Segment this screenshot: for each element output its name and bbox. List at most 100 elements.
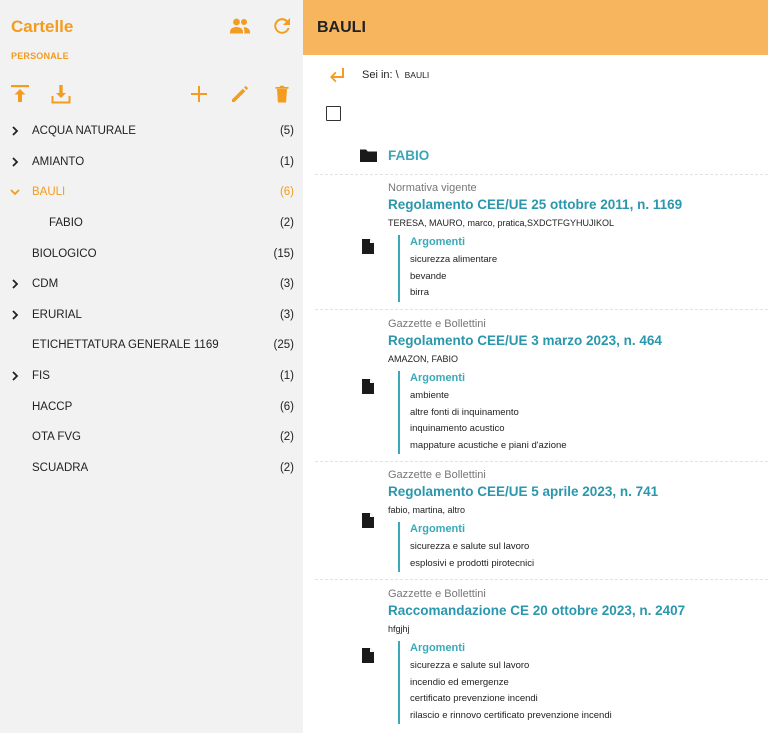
sidebar-item[interactable]: SCUADRA (2) [0, 453, 303, 484]
sidebar-item[interactable]: BAULI (6) [0, 177, 303, 208]
document-item[interactable]: Gazzette e Bollettini Regolamento CEE/UE … [315, 461, 768, 579]
shared-users-icon[interactable] [229, 17, 251, 35]
sidebar-item[interactable]: ERURIAL (3) [0, 300, 303, 331]
topics-heading: Argomenti [410, 523, 465, 535]
document-icon [362, 239, 374, 254]
sidebar-item-label: ERURIAL [32, 308, 82, 321]
topic-item: rilascio e rinnovo certificato prevenzio… [410, 709, 612, 721]
document-tags: TERESA, MAURO, marco, pratica,SXDCTFGYHU… [388, 218, 615, 228]
sidebar-item[interactable]: ETICHETTATURA GENERALE 1169 (25) [0, 330, 303, 361]
page-title: BAULI [317, 18, 366, 36]
chevron-down-icon[interactable] [10, 187, 20, 197]
breadcrumb: Sei in: \ BAULI [328, 66, 429, 84]
topic-item: sicurezza e salute sul lavoro [410, 541, 530, 552]
document-title-link[interactable]: Regolamento CEE/UE 3 marzo 2023, n. 464 [388, 333, 662, 348]
topic-item: esplosivi e prodotti pirotecnici [410, 557, 535, 569]
document-topics: Argomenti ambiente altre fonti di inquinam… [398, 371, 567, 455]
sidebar-item[interactable]: AMIANTO (1) [0, 147, 303, 178]
sidebar-item-count: (1) [279, 370, 294, 383]
document-tags: hfgjhj [388, 624, 410, 634]
sidebar-item-label: FIS [32, 370, 50, 383]
sidebar-item-label: HACCP [32, 400, 73, 413]
download-icon[interactable] [51, 84, 71, 104]
chevron-right-icon[interactable] [10, 371, 20, 381]
document-icon [362, 379, 374, 394]
header: BAULI [303, 0, 768, 55]
document-topics: Argomenti sicurezza alimentare bevande birr… [398, 235, 497, 302]
topic-item: incendio ed emergenze [410, 676, 509, 688]
sidebar: Cartelle PERSONALE ACQUA NATURALE (5) AM… [0, 0, 303, 733]
sidebar-item-label: BAULI [32, 186, 66, 199]
document-topics: Argomenti sicurezza e salute sul lavoro es… [398, 522, 535, 573]
chevron-right-icon[interactable] [10, 310, 20, 320]
sidebar-item-count: (2) [279, 461, 294, 474]
topic-item: bevande [410, 270, 447, 282]
refresh-icon[interactable] [273, 17, 291, 35]
subfolder-name[interactable]: FABIO [388, 148, 429, 163]
sidebar-item[interactable]: HACCP (6) [0, 391, 303, 422]
sidebar-item-label: ACQUA NATURALE [32, 125, 136, 138]
topic-item: birra [410, 287, 430, 299]
document-category: Normativa vigente [388, 182, 477, 194]
sidebar-item-count: (2) [279, 431, 294, 444]
document-tags: fabio, martina, altro [388, 505, 466, 515]
document-title-link[interactable]: Regolamento CEE/UE 5 aprile 2023, n. 741 [388, 484, 658, 499]
sidebar-item[interactable]: FABIO (2) [0, 208, 303, 239]
document-icon [362, 513, 374, 528]
sidebar-item-label: BIOLOGICO [32, 247, 97, 260]
edit-icon[interactable] [230, 84, 250, 104]
document-title-link[interactable]: Raccomandazione CE 20 ottobre 2023, n. 2… [388, 603, 685, 618]
document-item[interactable]: Gazzette e Bollettini Raccomandazione CE … [315, 579, 768, 733]
sidebar-item[interactable]: CDM (3) [0, 269, 303, 300]
document-item[interactable]: Gazzette e Bollettini Regolamento CEE/UE … [315, 309, 768, 461]
sidebar-item[interactable]: FIS (1) [0, 361, 303, 392]
sidebar-item[interactable]: ACQUA NATURALE (5) [0, 116, 303, 147]
add-folder-icon[interactable] [189, 84, 209, 104]
topic-item: altre fonti di inquinamento [410, 406, 519, 418]
section-label: PERSONALE [11, 51, 69, 61]
topic-item: sicurezza alimentare [410, 254, 498, 265]
chevron-right-icon[interactable] [10, 126, 20, 136]
sidebar-item-label: OTA FVG [32, 431, 81, 444]
sidebar-title: Cartelle [11, 17, 74, 36]
topics-heading: Argomenti [410, 372, 465, 384]
subfolder-row[interactable]: FABIO [303, 140, 768, 170]
select-all-checkbox[interactable] [326, 106, 341, 121]
sidebar-item-count: (1) [279, 155, 294, 168]
sidebar-item-count: (3) [279, 278, 294, 291]
document-category: Gazzette e Bollettini [388, 588, 486, 600]
document-item[interactable]: Normativa vigente Regolamento CEE/UE 25 o… [315, 174, 768, 309]
sidebar-item-count: (5) [279, 125, 294, 138]
sidebar-item-label: AMIANTO [32, 155, 85, 168]
document-category: Gazzette e Bollettini [388, 469, 486, 481]
topic-item: certificato prevenzione incendi [410, 693, 538, 705]
sidebar-item-count: (25) [273, 339, 294, 352]
back-arrow-icon[interactable] [328, 66, 346, 84]
breadcrumb-prefix: Sei in: [362, 69, 393, 81]
folder-tree: ACQUA NATURALE (5) AMIANTO (1) BAULI (6) FABIO… [0, 116, 303, 483]
chevron-right-icon[interactable] [10, 157, 20, 167]
delete-icon[interactable] [272, 84, 292, 104]
sidebar-item[interactable]: BIOLOGICO (15) [0, 238, 303, 269]
sidebar-item-count: (6) [279, 400, 294, 413]
breadcrumb-current[interactable]: BAULI [405, 70, 430, 80]
sidebar-item-label: CDM [32, 278, 59, 291]
sidebar-item-count: (15) [273, 247, 294, 260]
sidebar-item-count: (3) [279, 308, 294, 321]
document-title-link[interactable]: Regolamento CEE/UE 25 ottobre 2011, n. 1… [388, 197, 682, 212]
breadcrumb-separator: \ [395, 69, 399, 81]
chevron-right-icon[interactable] [10, 279, 20, 289]
folder-icon [360, 149, 377, 162]
topics-heading: Argomenti [410, 642, 465, 654]
sidebar-item-label: ETICHETTATURA GENERALE 1169 [32, 339, 219, 352]
document-topics: Argomenti sicurezza e salute sul lavoro in… [398, 641, 612, 725]
topic-item: ambiente [410, 390, 450, 401]
topic-item: inquinamento acustico [410, 423, 505, 435]
document-icon [362, 648, 374, 663]
topic-item: mappature acustiche e piani d'azione [410, 439, 567, 451]
upload-icon[interactable] [10, 84, 30, 104]
document-tags: AMAZON, FABIO [388, 354, 459, 364]
topic-item: sicurezza e salute sul lavoro [410, 660, 530, 671]
sidebar-item-label: FABIO [49, 217, 83, 230]
sidebar-item[interactable]: OTA FVG (2) [0, 422, 303, 453]
